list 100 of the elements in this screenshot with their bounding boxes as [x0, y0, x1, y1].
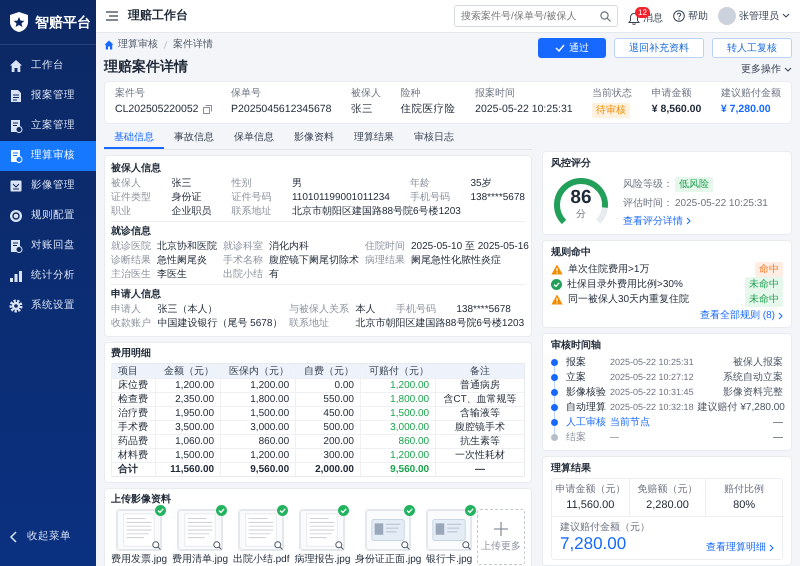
table-cell: 手术费	[112, 420, 156, 434]
field-value: 80%	[733, 498, 756, 512]
table-cell: 11,560.00	[156, 462, 221, 476]
zoom-icon	[152, 541, 162, 550]
table-cell: —	[436, 462, 524, 476]
section-title: 就诊信息	[111, 224, 152, 239]
chevron-right-icon	[686, 217, 691, 225]
tab[interactable]: 基础信息	[104, 129, 164, 149]
timeline-step: 报案	[566, 356, 606, 369]
status-tag: 待审核	[592, 103, 630, 118]
result-details-link[interactable]: 查看理算明细	[706, 541, 774, 554]
field-value: 本人	[355, 303, 376, 316]
table-cell: 3,000.00	[360, 420, 436, 434]
field-label: 证件号码	[232, 191, 272, 204]
action-button[interactable]: 通过	[538, 38, 606, 58]
field-label: 职业	[111, 205, 132, 218]
user-menu-button[interactable]: 张管理员	[718, 7, 790, 25]
field-label: 评估时间：	[623, 196, 673, 210]
field-label: 案件号	[115, 87, 146, 100]
field-value: 北京市朝阳区建国路88号院6号楼1203	[292, 205, 462, 218]
field-label: 联系地址	[288, 317, 330, 330]
field-value: 138****5678	[470, 191, 525, 204]
field-label: 免赔额（元）	[637, 483, 698, 496]
field-value: 男	[292, 177, 303, 190]
card-title: 上传影像资料	[111, 492, 172, 507]
nav-item[interactable]: 系统设置	[0, 291, 96, 321]
document-thumbnail	[176, 509, 223, 551]
zoom-icon	[335, 541, 344, 550]
table-cell: 含输液等	[436, 406, 524, 420]
field-label: 手术名称	[223, 254, 263, 267]
table-cell: 3,000.00	[220, 420, 296, 434]
field-label: 报案时间	[475, 87, 516, 100]
search-field[interactable]: 搜索案件号/保单号/被保人	[454, 5, 618, 27]
card-title: 风控评分	[551, 156, 592, 171]
field-label: 手机号码	[396, 303, 437, 316]
field-value: 住院医疗险	[400, 103, 456, 117]
field-label: 建议赔付金额	[720, 87, 781, 100]
more-actions-button[interactable]: 更多操作	[741, 63, 792, 76]
check-circle-icon	[551, 279, 562, 290]
nav-item[interactable]: 工作台	[0, 51, 96, 81]
table-cell: 9,560.00	[360, 462, 436, 476]
table-cell: 1,200.00	[156, 378, 221, 392]
file-name: 身份证正面.jpg	[355, 553, 422, 566]
timeline-note: —	[773, 416, 783, 429]
risk-level-tag: 低风险	[675, 176, 713, 192]
column-header: 备注	[436, 364, 524, 378]
zoom-icon	[462, 541, 472, 550]
nav-item[interactable]: 立案管理	[0, 111, 96, 141]
field-value: ¥ 8,560.00	[652, 103, 702, 117]
nav-item[interactable]: 影像管理	[0, 171, 96, 201]
table-cell: 3,500.00	[156, 420, 221, 434]
action-button[interactable]: 转人工复核	[712, 38, 792, 58]
tab[interactable]: 保单信息	[224, 129, 284, 149]
collapse-menu-button[interactable]: 收起菜单	[0, 522, 96, 552]
action-button[interactable]: 退回补充资料	[614, 38, 704, 58]
column-header: 医保内（元）	[220, 364, 296, 378]
card-title: 费用明细	[111, 346, 152, 361]
warning-icon	[551, 264, 563, 275]
breadcrumb-item[interactable]: 理算审核	[118, 38, 158, 51]
help-button[interactable]: 帮助	[673, 10, 708, 22]
field-value: 2,280.00	[646, 498, 689, 512]
home-icon	[9, 59, 23, 73]
field-value: 张三	[351, 103, 374, 117]
nav-item[interactable]: 规则配置	[0, 201, 96, 231]
section-title: 被保人信息	[111, 162, 162, 176]
field-value: 身份证	[171, 191, 202, 204]
tab[interactable]: 理算结果	[344, 129, 404, 149]
caret-icon	[784, 66, 792, 72]
table-cell: 材料费	[112, 448, 156, 462]
table-cell: 药品费	[112, 434, 156, 448]
document-thumbnail	[238, 509, 284, 551]
menu-icon	[106, 11, 118, 21]
timeline-dot	[551, 374, 558, 381]
nav-item[interactable]: 统计分析	[0, 261, 96, 291]
field-label: 风险等级：	[623, 178, 673, 190]
timeline-time: 2025-05-22 10:27:12	[610, 372, 694, 384]
timeline-time: 当前节点	[610, 416, 651, 429]
menu-button[interactable]	[106, 11, 118, 21]
table-cell: 1,950.00	[156, 406, 221, 420]
table-cell: 1,200.00	[220, 448, 296, 462]
nav-item[interactable]: 对账回盘	[0, 231, 96, 261]
table-cell: 300.00	[296, 448, 360, 462]
shield-star-icon	[9, 11, 29, 33]
field-label: 手机号码	[410, 191, 450, 204]
table-cell: 860.00	[220, 434, 296, 448]
tab[interactable]: 事故信息	[164, 129, 224, 149]
bell-icon	[628, 12, 640, 24]
id-card-thumbnail	[365, 509, 412, 551]
score-details-link[interactable]: 查看评分详情	[623, 214, 768, 228]
field-value: 有	[269, 268, 280, 281]
tab[interactable]: 影像资料	[284, 129, 344, 149]
nav-item[interactable]: 理算审核	[0, 141, 96, 171]
timeline-time: 2025-05-22 10:31:45	[610, 386, 694, 398]
avatar	[718, 7, 736, 25]
nav-item[interactable]: 报案管理	[0, 81, 96, 111]
card-title: 审核时间轴	[551, 338, 602, 353]
all-rules-link[interactable]: 查看全部规则 (8)	[700, 309, 783, 322]
file-name: 病理报告.jpg	[294, 553, 350, 566]
tab[interactable]: 审核日志	[404, 129, 464, 149]
table-cell: 2,000.00	[296, 462, 360, 476]
